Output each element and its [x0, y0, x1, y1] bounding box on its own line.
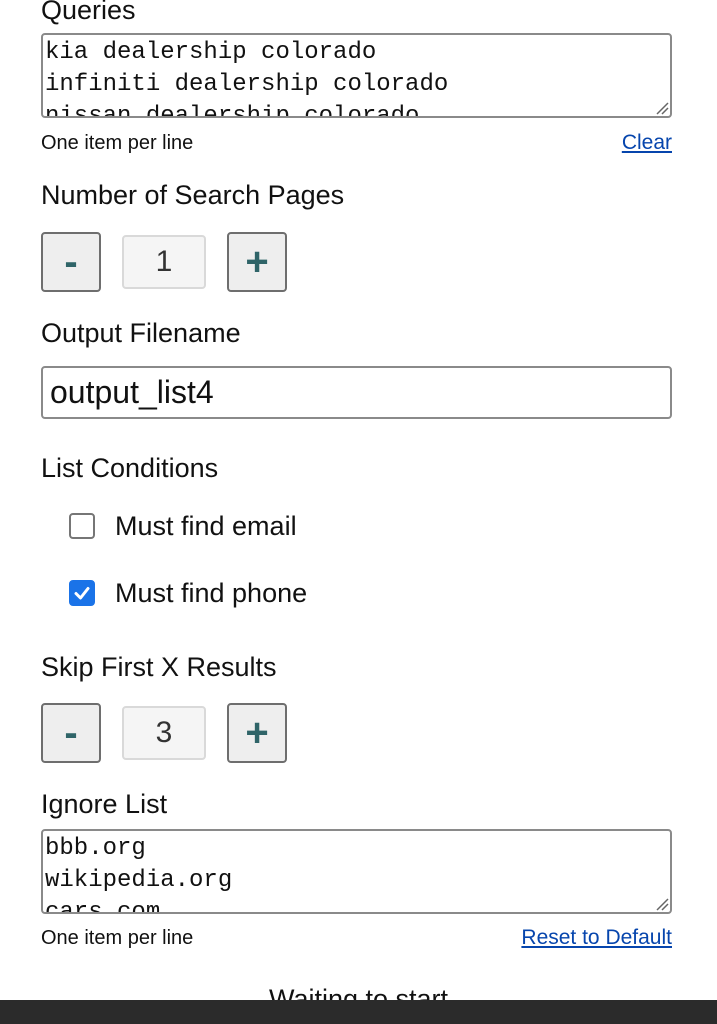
scraper-settings-page: Queries One item per line Clear Number o… — [0, 0, 717, 1024]
search-pages-input[interactable] — [122, 235, 206, 289]
must-find-phone-checkbox[interactable] — [69, 580, 95, 606]
must-find-email-label[interactable]: Must find email — [115, 511, 297, 542]
ignore-list-label: Ignore List — [41, 789, 168, 819]
must-find-email-checkbox[interactable] — [69, 513, 95, 539]
clear-queries-link[interactable]: Clear — [622, 131, 672, 155]
list-conditions-label: List Conditions — [41, 453, 219, 483]
skip-results-increment-button[interactable]: + — [227, 703, 287, 763]
skip-results-decrement-button[interactable]: - — [41, 703, 101, 763]
reset-ignore-list-link[interactable]: Reset to Default — [521, 926, 672, 950]
must-find-phone-row[interactable]: Must find phone — [69, 575, 307, 611]
resize-grip-icon[interactable] — [653, 895, 669, 911]
must-find-phone-label[interactable]: Must find phone — [115, 578, 307, 609]
skip-results-label: Skip First X Results — [41, 652, 277, 682]
queries-textarea[interactable] — [41, 33, 672, 118]
search-pages-increment-button[interactable]: + — [227, 232, 287, 292]
bottom-bar — [0, 1000, 717, 1024]
queries-label: Queries — [41, 0, 136, 25]
queries-hint: One item per line — [41, 132, 194, 154]
resize-grip-icon[interactable] — [653, 99, 669, 115]
ignore-list-textarea[interactable] — [41, 829, 672, 914]
output-filename-label: Output Filename — [41, 318, 241, 348]
ignore-list-hint: One item per line — [41, 927, 194, 949]
output-filename-input[interactable] — [41, 366, 672, 419]
must-find-email-row[interactable]: Must find email — [69, 508, 297, 544]
search-pages-label: Number of Search Pages — [41, 180, 345, 210]
skip-results-input[interactable] — [122, 706, 206, 760]
search-pages-decrement-button[interactable]: - — [41, 232, 101, 292]
checkmark-icon — [74, 587, 90, 600]
